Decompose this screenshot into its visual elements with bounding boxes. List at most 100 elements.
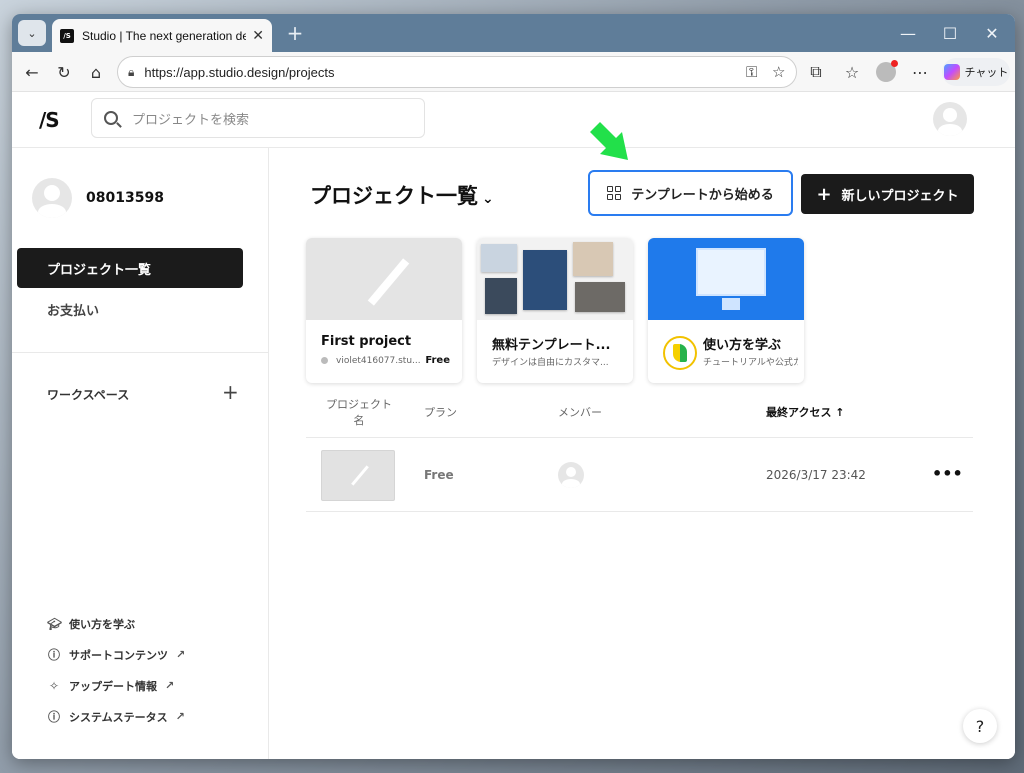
- status-dot: [321, 357, 328, 364]
- studio-app: /S プロジェクトを検索 08013598 プロジェクト一覧 お支払い ワークス…: [12, 92, 1015, 759]
- external-link-icon: ↗: [176, 648, 186, 661]
- green-arrow-icon: [590, 122, 628, 160]
- minimize-button[interactable]: —: [886, 14, 930, 52]
- sidebar-item-billing[interactable]: お支払い: [47, 300, 99, 319]
- browser-window: ⌄ /S Studio | The next generation design…: [12, 14, 1015, 759]
- page-title-text: プロジェクト一覧: [310, 184, 478, 208]
- card-title: First project: [321, 334, 412, 349]
- search-icon: [104, 111, 118, 125]
- grid-icon: [607, 186, 622, 200]
- link-learn-label: 使い方を学ぶ: [69, 617, 135, 631]
- sort-arrow-icon: ↑: [835, 406, 845, 419]
- table-header: プロジェクト名 プラン メンバー 最終アクセス ↑: [306, 398, 973, 438]
- refresh-button[interactable]: ↻: [52, 60, 76, 84]
- card-subtitle: デザインは自由にカスタマ...: [492, 358, 609, 368]
- new-tab-button[interactable]: +: [282, 20, 308, 46]
- link-learn[interactable]: 🎓︎ 使い方を学ぶ: [47, 608, 185, 639]
- copilot-chat-button[interactable]: チャット: [942, 58, 1010, 86]
- table-row[interactable]: Free 2026/3/17 23:42 •••: [306, 438, 973, 512]
- link-updates-label: アップデート情報: [69, 679, 157, 693]
- col-last-access[interactable]: 最終アクセス ↑: [766, 404, 845, 420]
- link-updates[interactable]: ✧ アップデート情報 ↗: [47, 670, 185, 701]
- favorite-star-icon[interactable]: ☆: [772, 63, 785, 81]
- template-card[interactable]: 無料テンプレート... デザインは自由にカスタマ...: [477, 238, 633, 383]
- user-avatar: [32, 178, 72, 218]
- sidebar-item-projects[interactable]: プロジェクト一覧: [17, 248, 243, 288]
- project-search-input[interactable]: プロジェクトを検索: [91, 98, 425, 138]
- col-last-access-label: 最終アクセス: [766, 406, 832, 419]
- graduation-cap-icon: 🎓︎: [47, 616, 63, 631]
- search-placeholder: プロジェクトを検索: [132, 112, 250, 128]
- copilot-label: チャット: [964, 66, 1009, 79]
- browser-tab[interactable]: /S Studio | The next generation design t…: [52, 19, 272, 52]
- member-avatar: [558, 462, 584, 488]
- col-project-name[interactable]: プロジェクト名: [324, 396, 394, 428]
- external-link-icon: ↗: [165, 679, 175, 692]
- info-circle-icon: ⓘ: [47, 710, 60, 724]
- template-thumbnail: [477, 238, 633, 320]
- studio-favicon-icon: /S: [60, 28, 74, 43]
- tab-title: Studio | The next generation design tool: [82, 28, 247, 43]
- user-profile[interactable]: 08013598: [32, 178, 164, 218]
- sidebar-divider: [12, 352, 268, 353]
- url-text: https://app.studio.design/projects: [144, 64, 335, 80]
- row-plan: Free: [424, 468, 454, 482]
- sparkle-icon: ✧: [48, 678, 60, 693]
- maximize-button[interactable]: ☐: [928, 14, 972, 52]
- extensions-icon[interactable]: ⧉: [804, 60, 828, 84]
- question-circle-icon: ⓘ: [47, 648, 60, 662]
- card-title: 無料テンプレート...: [492, 338, 611, 353]
- new-project-button[interactable]: + 新しいプロジェクト: [801, 174, 974, 214]
- address-bar[interactable]: 🔒︎ https://app.studio.design/projects ⚿ …: [117, 56, 797, 88]
- back-button[interactable]: ←: [20, 60, 44, 84]
- studio-logo[interactable]: /S: [39, 108, 60, 132]
- help-button[interactable]: ?: [963, 709, 997, 743]
- app-header: /S プロジェクトを検索: [12, 92, 1015, 148]
- tab-bar: ⌄ /S Studio | The next generation design…: [12, 14, 1015, 52]
- template-button-label: テンプレートから始める: [631, 187, 774, 203]
- col-members[interactable]: メンバー: [558, 404, 602, 420]
- favorites-icon[interactable]: ☆: [840, 60, 864, 84]
- link-status[interactable]: ⓘ システムステータス ↗: [47, 701, 185, 732]
- sidebar: 08013598 プロジェクト一覧 お支払い ワークスペース + 🎓︎ 使い方を…: [12, 148, 269, 759]
- tab-actions-menu-button[interactable]: ⌄: [18, 20, 46, 46]
- link-status-label: システムステータス: [69, 710, 168, 724]
- account-avatar[interactable]: [933, 102, 967, 136]
- card-domain: violet416077.stu...: [336, 355, 421, 366]
- link-support-label: サポートコンテンツ: [69, 648, 168, 662]
- workspace-label: ワークスペース: [47, 388, 130, 402]
- more-actions-icon[interactable]: •••: [932, 464, 963, 483]
- project-table: プロジェクト名 プラン メンバー 最終アクセス ↑ Free 2026/3/17…: [306, 398, 973, 512]
- project-cards: First project violet416077.stu... Free 無…: [306, 238, 804, 383]
- username: 08013598: [86, 190, 164, 206]
- copilot-icon: [943, 64, 960, 80]
- project-card-first[interactable]: First project violet416077.stu... Free: [306, 238, 462, 383]
- close-window-button[interactable]: ✕: [970, 14, 1014, 52]
- page-title[interactable]: プロジェクト一覧 ⌄: [310, 180, 494, 210]
- chevron-down-icon: ⌄: [482, 191, 494, 207]
- learn-card[interactable]: 使い方を学ぶ チュートリアルや公式カ: [648, 238, 804, 383]
- link-support[interactable]: ⓘ サポートコンテンツ ↗: [47, 639, 185, 670]
- beginner-mark-icon: [663, 336, 697, 370]
- start-from-template-button[interactable]: テンプレートから始める: [588, 170, 793, 216]
- main-content: プロジェクト一覧 ⌄ テンプレートから始める + 新しいプロジェクト First …: [270, 122, 1015, 759]
- col-plan[interactable]: プラン: [424, 404, 457, 420]
- close-tab-icon[interactable]: ✕: [252, 28, 264, 44]
- new-project-label: 新しいプロジェクト: [841, 188, 959, 204]
- sidebar-help-links: 🎓︎ 使い方を学ぶ ⓘ サポートコンテンツ ↗ ✧ アップデート情報 ↗ ⓘ シ…: [47, 608, 185, 732]
- address-toolbar: ← ↻ ⌂ 🔒︎ https://app.studio.design/proje…: [12, 52, 1015, 92]
- profile-icon[interactable]: [874, 60, 898, 84]
- learn-thumbnail: [648, 238, 804, 320]
- key-icon[interactable]: ⚿: [746, 63, 757, 81]
- external-link-icon: ↗: [175, 710, 185, 723]
- add-workspace-button[interactable]: +: [222, 380, 239, 404]
- plus-icon: +: [816, 183, 832, 205]
- card-meta: violet416077.stu... Free: [321, 355, 450, 366]
- project-thumbnail: [306, 238, 462, 320]
- project-thumbnail: [321, 450, 395, 501]
- card-subtitle: チュートリアルや公式カ: [703, 358, 798, 368]
- more-options-icon[interactable]: ⋯: [908, 60, 932, 84]
- home-button[interactable]: ⌂: [84, 60, 108, 84]
- plan-badge: Free: [425, 355, 450, 366]
- lock-icon: 🔒︎: [128, 64, 135, 79]
